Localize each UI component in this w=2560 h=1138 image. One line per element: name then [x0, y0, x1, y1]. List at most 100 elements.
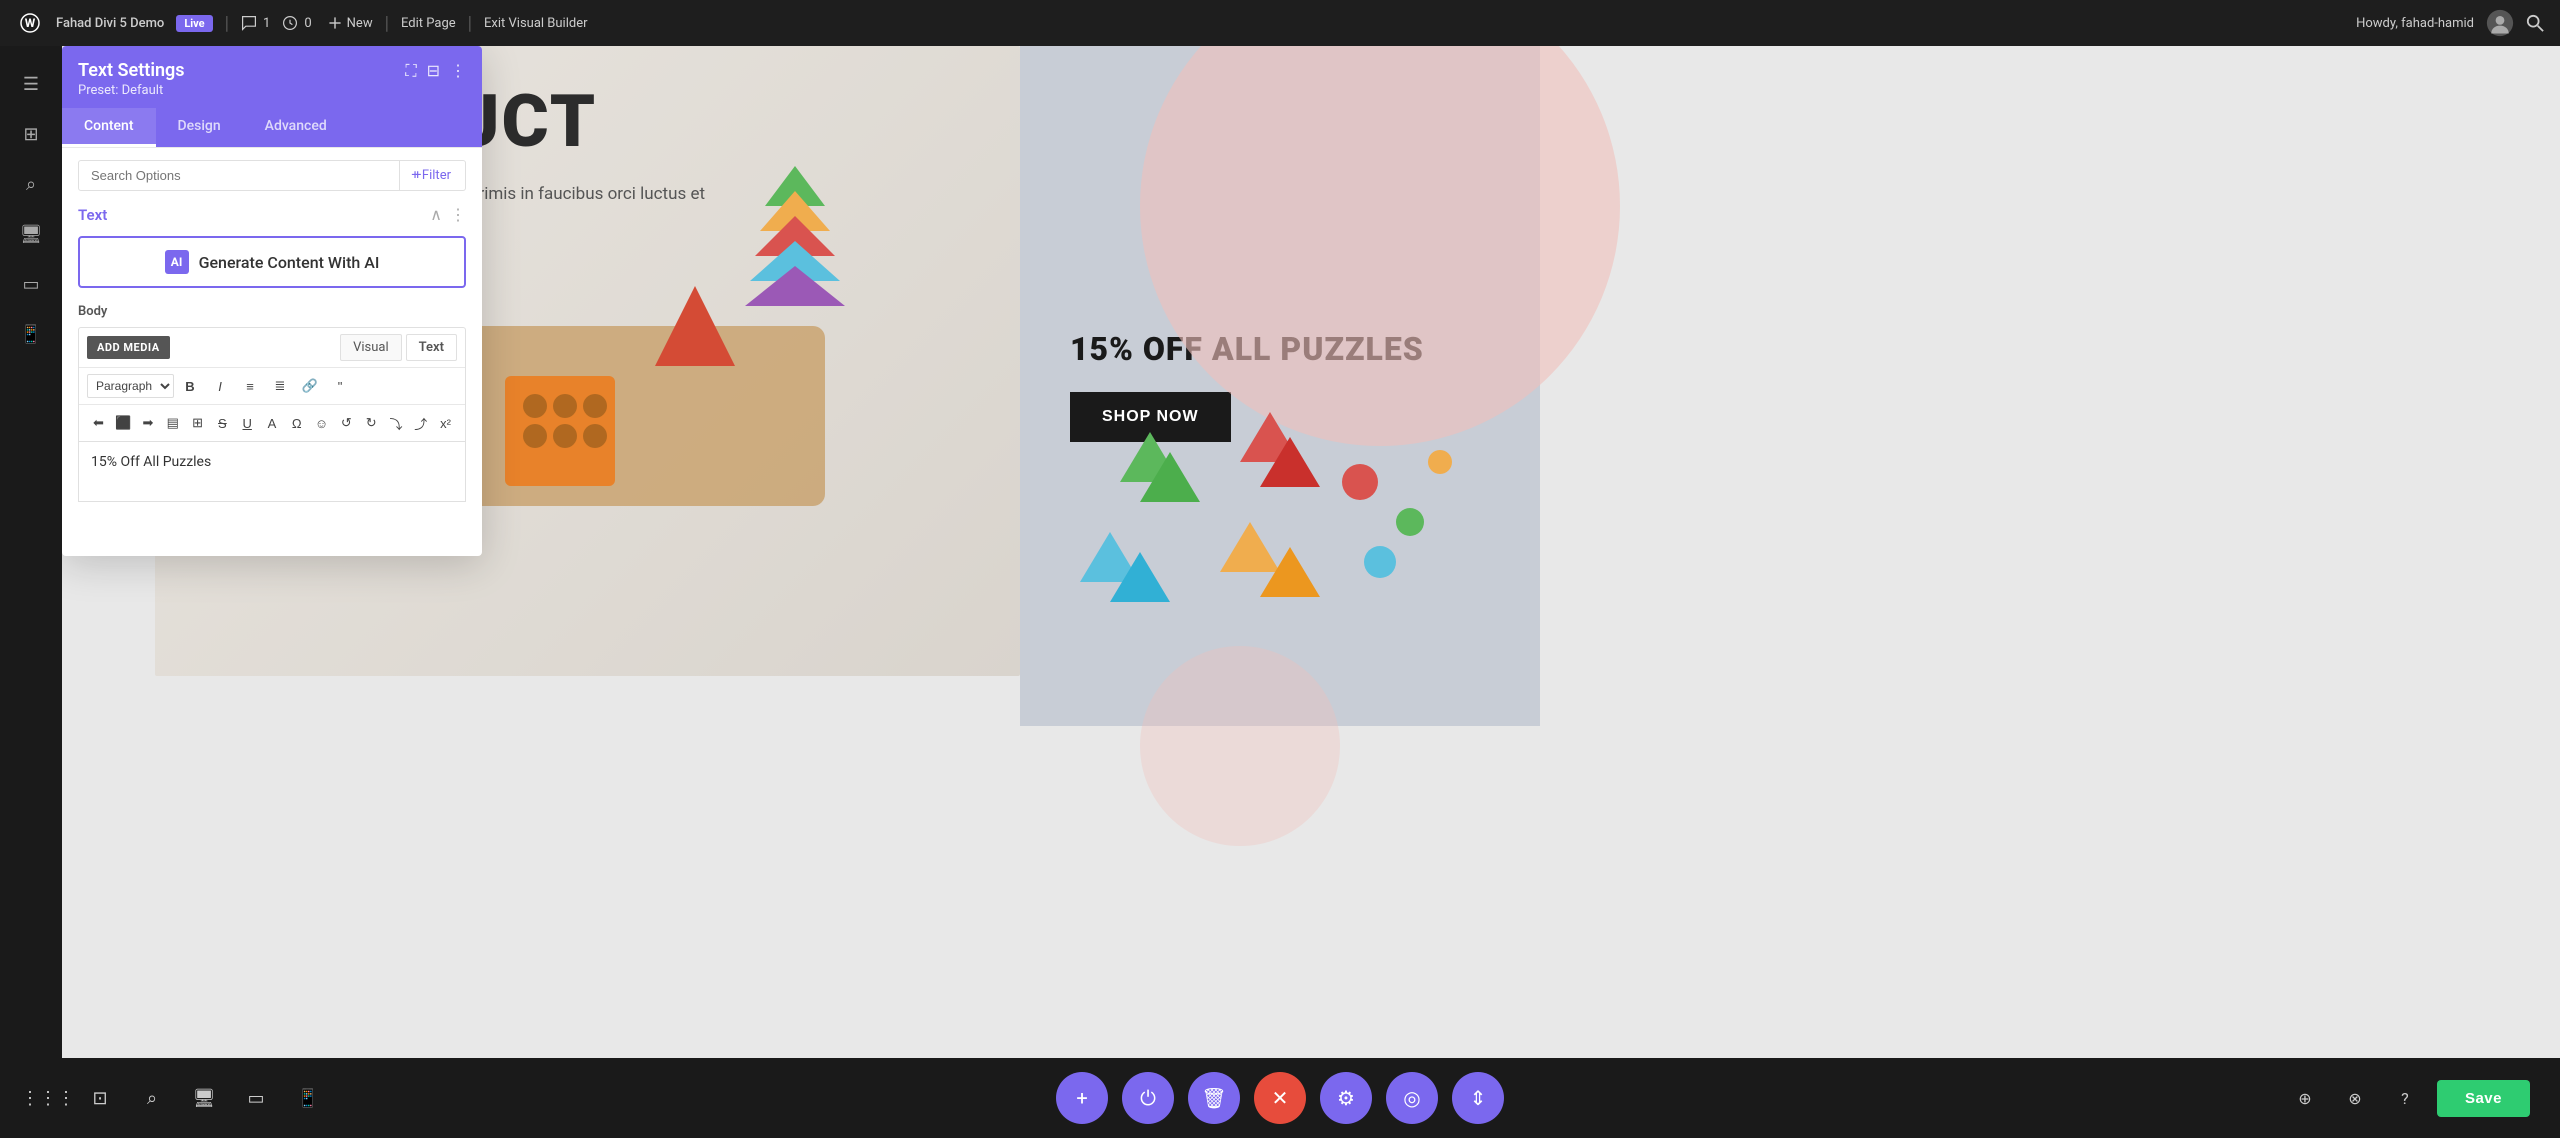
panel-header: Text Settings ⛶ ⊟ ⋮ Preset: Default [62, 46, 482, 108]
undo-editor-button[interactable]: ↺ [335, 409, 358, 437]
ordered-list-button[interactable]: ≣ [266, 372, 294, 400]
howdy-text: Howdy, fahad-hamid [2356, 16, 2474, 31]
top-bar-right: Howdy, fahad-hamid [2356, 9, 2544, 37]
blockquote-button[interactable]: " [326, 372, 354, 400]
panel-body: + + Filter Text ∧ ⋮ AI Generate Content … [62, 148, 482, 556]
comment-number: 1 [263, 16, 270, 31]
bt-layout-icon[interactable]: ⊡ [82, 1080, 118, 1116]
bt-menu-icon[interactable]: ⋮⋮⋮ [30, 1080, 66, 1116]
center-settings-button[interactable]: ⚙ [1320, 1072, 1372, 1124]
filter-button[interactable]: + + Filter [400, 160, 466, 191]
toolbar-row1: ADD MEDIA Visual Text [79, 328, 465, 368]
filter-label: + Filter [411, 168, 451, 183]
sidebar-menu-icon[interactable]: ☰ [9, 62, 53, 106]
align-center-button[interactable]: ⬛ [112, 409, 135, 437]
visual-tab[interactable]: Visual [340, 334, 402, 361]
section-more-icon[interactable]: ⋮ [450, 205, 466, 224]
circle-decor-top-right [1140, 46, 1620, 446]
add-media-button[interactable]: ADD MEDIA [87, 336, 170, 359]
search-icon[interactable] [2526, 14, 2544, 32]
bt-share-icon[interactable]: ⊗ [2337, 1080, 2373, 1116]
emoji-button[interactable]: ☺ [310, 409, 333, 437]
italic-button[interactable]: I [206, 372, 234, 400]
text-tab[interactable]: Text [406, 334, 457, 361]
text-color-button[interactable]: A [261, 409, 284, 437]
align-justify-button[interactable]: ▤ [161, 409, 184, 437]
separator3: | [468, 13, 472, 34]
panel-header-icons: ⛶ ⊟ ⋮ [405, 61, 466, 81]
superscript-button[interactable]: x² [434, 409, 457, 437]
sidebar-desktop-icon[interactable]: 🖥 [9, 212, 53, 256]
panel-more-icon[interactable]: ⋮ [450, 61, 466, 80]
panel-preset[interactable]: Preset: Default [78, 83, 466, 98]
collapse-icon[interactable]: ∧ [430, 205, 442, 224]
search-filter-row: + + Filter [78, 160, 466, 191]
bold-button[interactable]: B [176, 372, 204, 400]
editor-toolbar: ADD MEDIA Visual Text Paragraph B I ≡ ≣ … [78, 327, 466, 442]
new-label: New [347, 16, 373, 31]
panel-expand-icon[interactable]: ⛶ [405, 61, 416, 81]
bottom-toolbar-left: ⋮⋮⋮ ⊡ ⌕ 🖥 ▭ 📱 [30, 1080, 326, 1116]
bt-search-icon[interactable]: ⌕ [134, 1080, 170, 1116]
panel-columns-icon[interactable]: ⊟ [427, 61, 440, 80]
separator2: | [385, 13, 389, 34]
tab-design[interactable]: Design [156, 108, 243, 147]
updates-count[interactable]: 0 [282, 15, 311, 31]
comments-count[interactable]: 1 [241, 15, 270, 31]
panel-header-top: Text Settings ⛶ ⊟ ⋮ [78, 60, 466, 81]
editor-content[interactable]: 15% Off All Puzzles [78, 442, 466, 502]
bt-mobile-icon[interactable]: 📱 [290, 1080, 326, 1116]
ai-generate-button[interactable]: AI Generate Content With AI [78, 236, 466, 288]
edit-page-link[interactable]: Edit Page [401, 16, 456, 31]
sidebar-mobile-icon[interactable]: 📱 [9, 312, 53, 356]
bt-tablet-icon[interactable]: ▭ [238, 1080, 274, 1116]
new-button[interactable]: New [328, 16, 373, 31]
strikethrough-button[interactable]: S [211, 409, 234, 437]
puzzle-decor [1060, 402, 1540, 706]
align-right-button[interactable]: ➡ [137, 409, 160, 437]
settings-panel: Text Settings ⛶ ⊟ ⋮ Preset: Default Cont… [62, 46, 482, 556]
outdent-button[interactable]: ⤴ [409, 409, 432, 437]
underline-button[interactable]: U [236, 409, 259, 437]
toolbar-row3: ⬅ ⬛ ➡ ▤ ⊞ S U A Ω ☺ ↺ ↻ ⤵ ⤴ x² [79, 405, 465, 441]
site-name: Fahad Divi 5 Demo [56, 16, 164, 31]
center-resize-button[interactable]: ⇕ [1452, 1072, 1504, 1124]
ai-generate-label: Generate Content With AI [199, 253, 380, 272]
user-avatar-icon [2486, 9, 2514, 37]
save-button[interactable]: Save [2437, 1080, 2530, 1117]
body-label: Body [78, 304, 466, 319]
paragraph-select[interactable]: Paragraph [87, 374, 174, 398]
unordered-list-button[interactable]: ≡ [236, 372, 264, 400]
section-header-icons: ∧ ⋮ [430, 205, 466, 224]
live-badge: Live [176, 15, 212, 32]
text-section-title: Text [78, 206, 107, 224]
tab-advanced[interactable]: Advanced [243, 108, 349, 147]
center-add-button[interactable]: + [1056, 1072, 1108, 1124]
separator: | [225, 13, 229, 34]
sidebar-tablet-icon[interactable]: ▭ [9, 262, 53, 306]
bt-desktop-icon[interactable]: 🖥 [186, 1080, 222, 1116]
center-delete-button[interactable]: 🗑 [1188, 1072, 1240, 1124]
tab-content[interactable]: Content [62, 108, 156, 147]
center-power-button[interactable]: ⏻ [1122, 1072, 1174, 1124]
bt-zoom-icon[interactable]: ⊕ [2287, 1080, 2323, 1116]
align-left-button[interactable]: ⬅ [87, 409, 110, 437]
sidebar-layout-icon[interactable]: ⊞ [9, 112, 53, 156]
wp-logo[interactable]: W [16, 9, 44, 37]
canvas: 15% OFF ALL PUZZLES SHOP NOW [0, 46, 2560, 1138]
redo-editor-button[interactable]: ↻ [360, 409, 383, 437]
bt-help-icon[interactable]: ? [2387, 1080, 2423, 1116]
center-close-button[interactable]: ✕ [1254, 1072, 1306, 1124]
puzzle-sale-section: 15% OFF ALL PUZZLES SHOP NOW [1020, 46, 1540, 726]
ai-icon: AI [165, 250, 189, 274]
table-button[interactable]: ⊞ [186, 409, 209, 437]
exit-builder-link[interactable]: Exit Visual Builder [484, 16, 587, 31]
panel-title: Text Settings [78, 60, 185, 81]
center-history-button[interactable]: ◎ [1386, 1072, 1438, 1124]
special-char-button[interactable]: Ω [285, 409, 308, 437]
search-options-input[interactable] [78, 160, 400, 191]
text-section-header: Text ∧ ⋮ [78, 205, 466, 224]
indent-button[interactable]: ⤵ [385, 409, 408, 437]
link-button[interactable]: 🔗 [296, 372, 324, 400]
sidebar-search-icon[interactable]: ⌕ [9, 162, 53, 206]
